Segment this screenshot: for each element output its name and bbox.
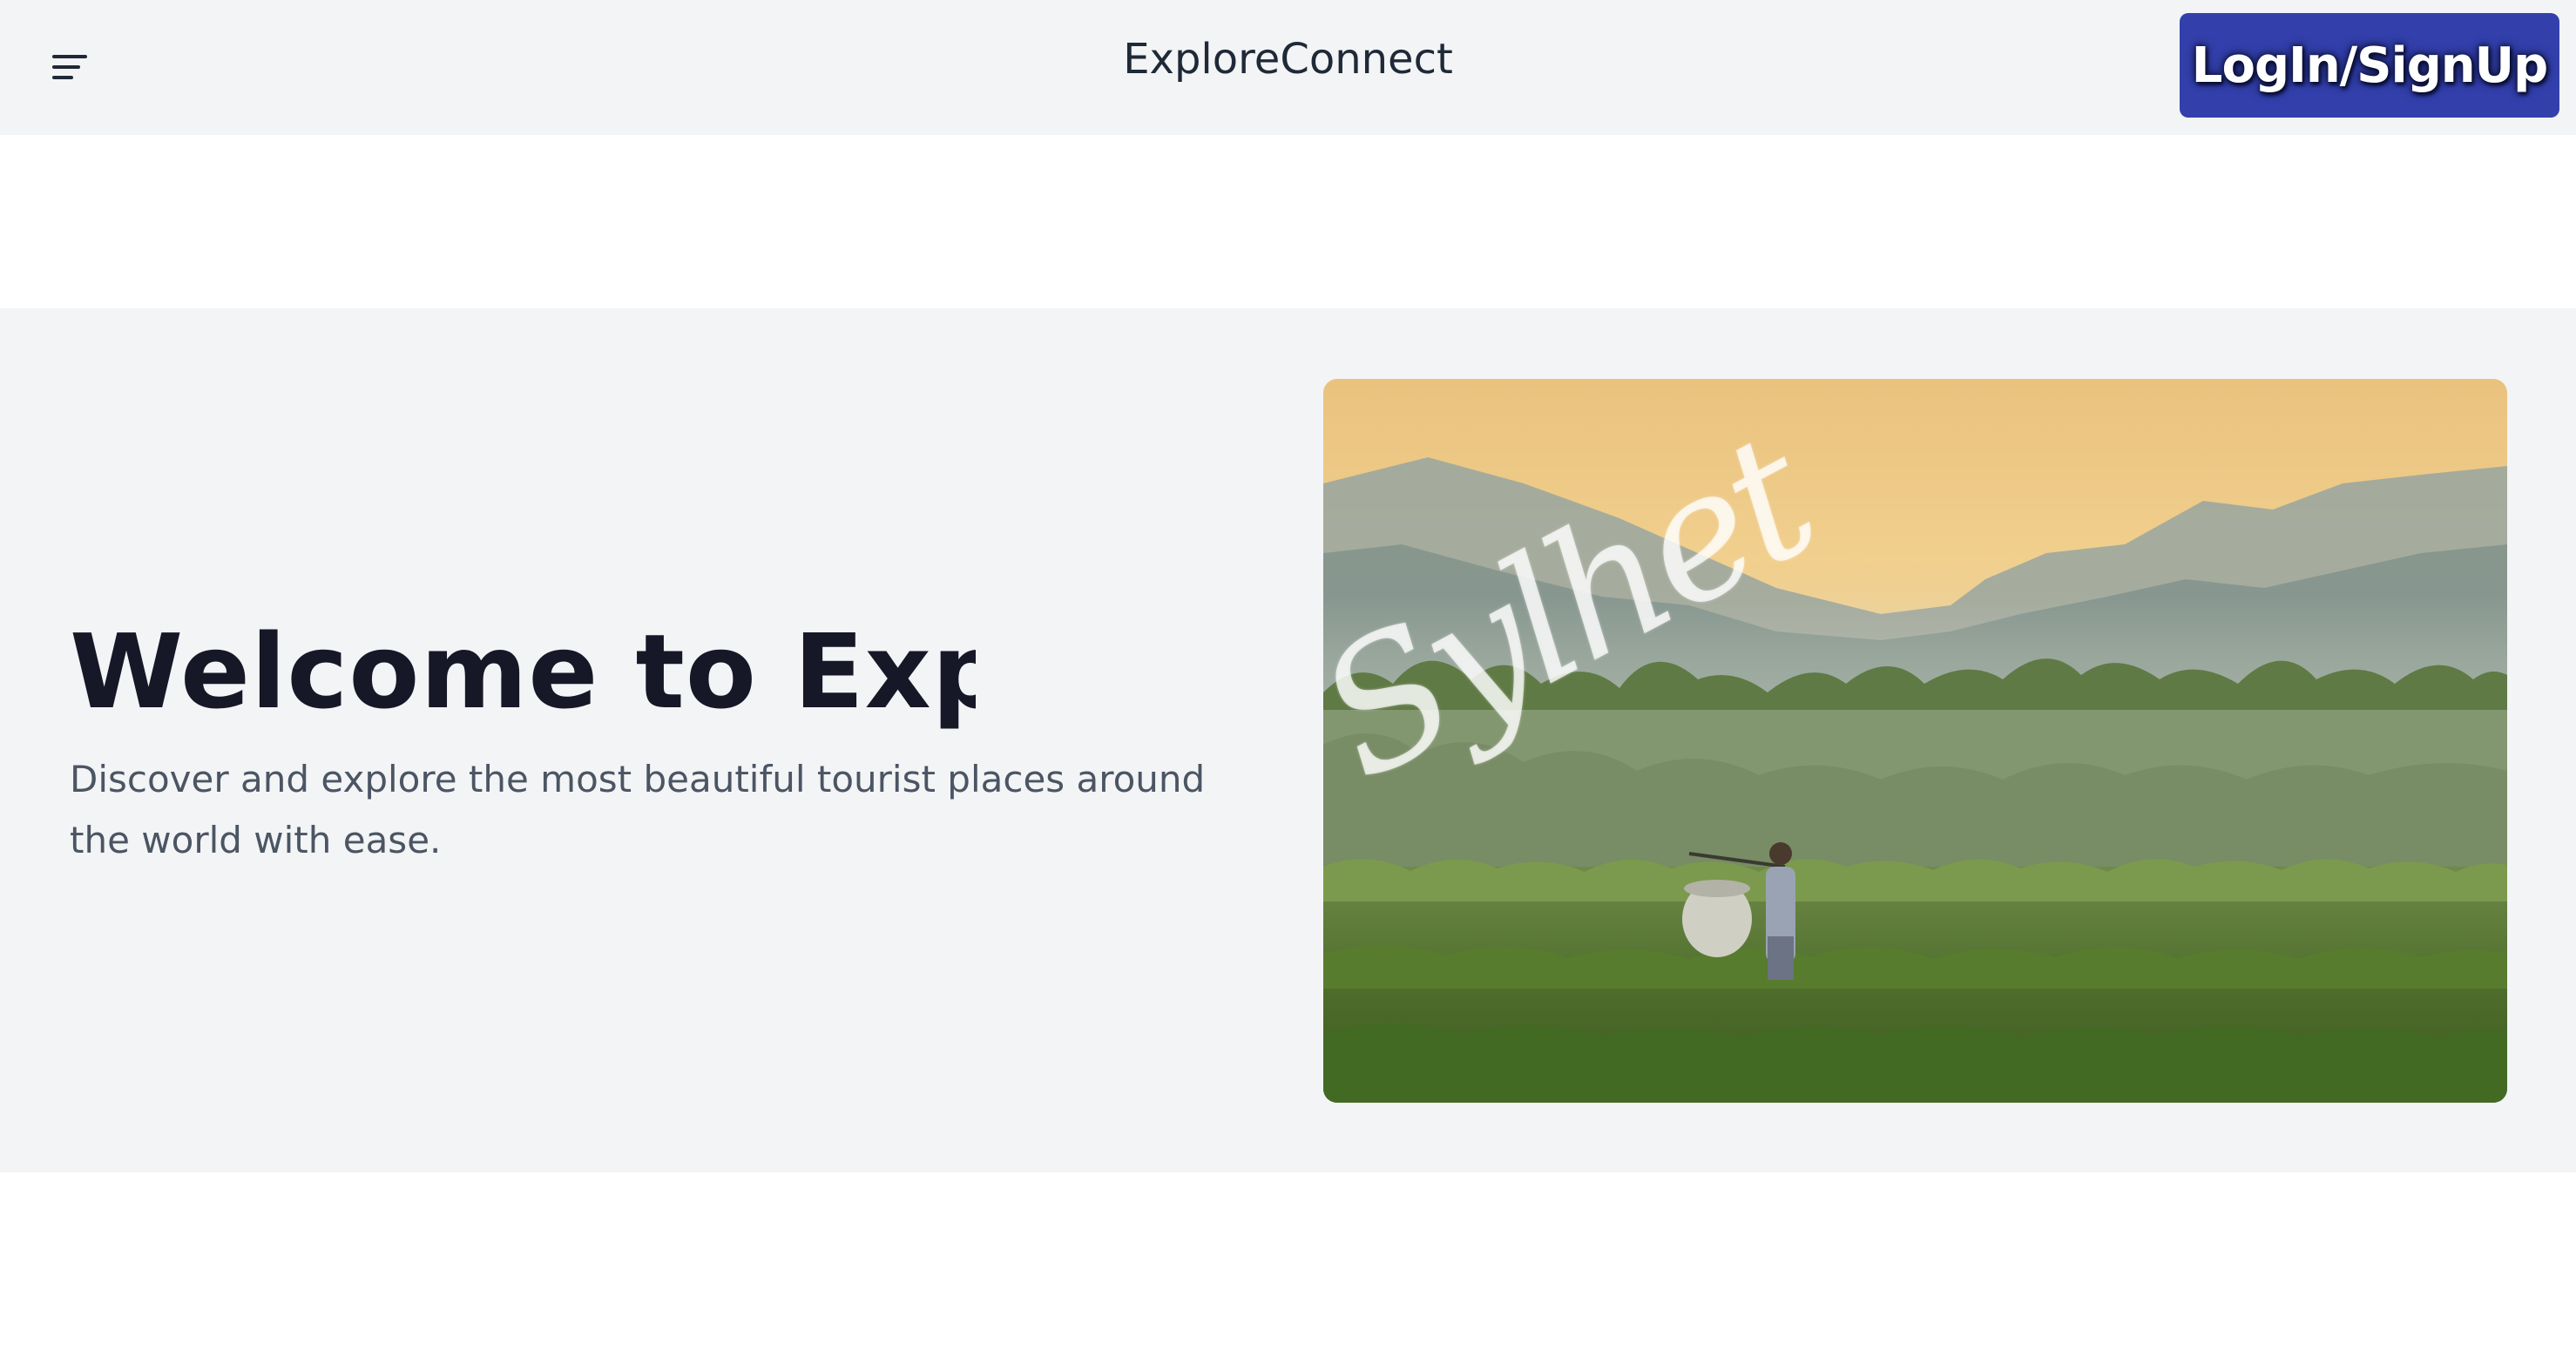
hero-section: Welcome to Explor Discover and explore t… (0, 308, 2576, 1172)
navbar: ExploreConnect LogIn/SignUp (0, 0, 2576, 135)
hero-subtitle: Discover and explore the most beautiful … (70, 758, 1206, 861)
hero-image: Sylhet (1323, 379, 2507, 1103)
hero-title: Welcome to Explor (70, 606, 976, 737)
login-signup-button[interactable]: LogIn/SignUp (2180, 13, 2559, 118)
hero-title-text: Welcome to Explor (70, 611, 976, 732)
